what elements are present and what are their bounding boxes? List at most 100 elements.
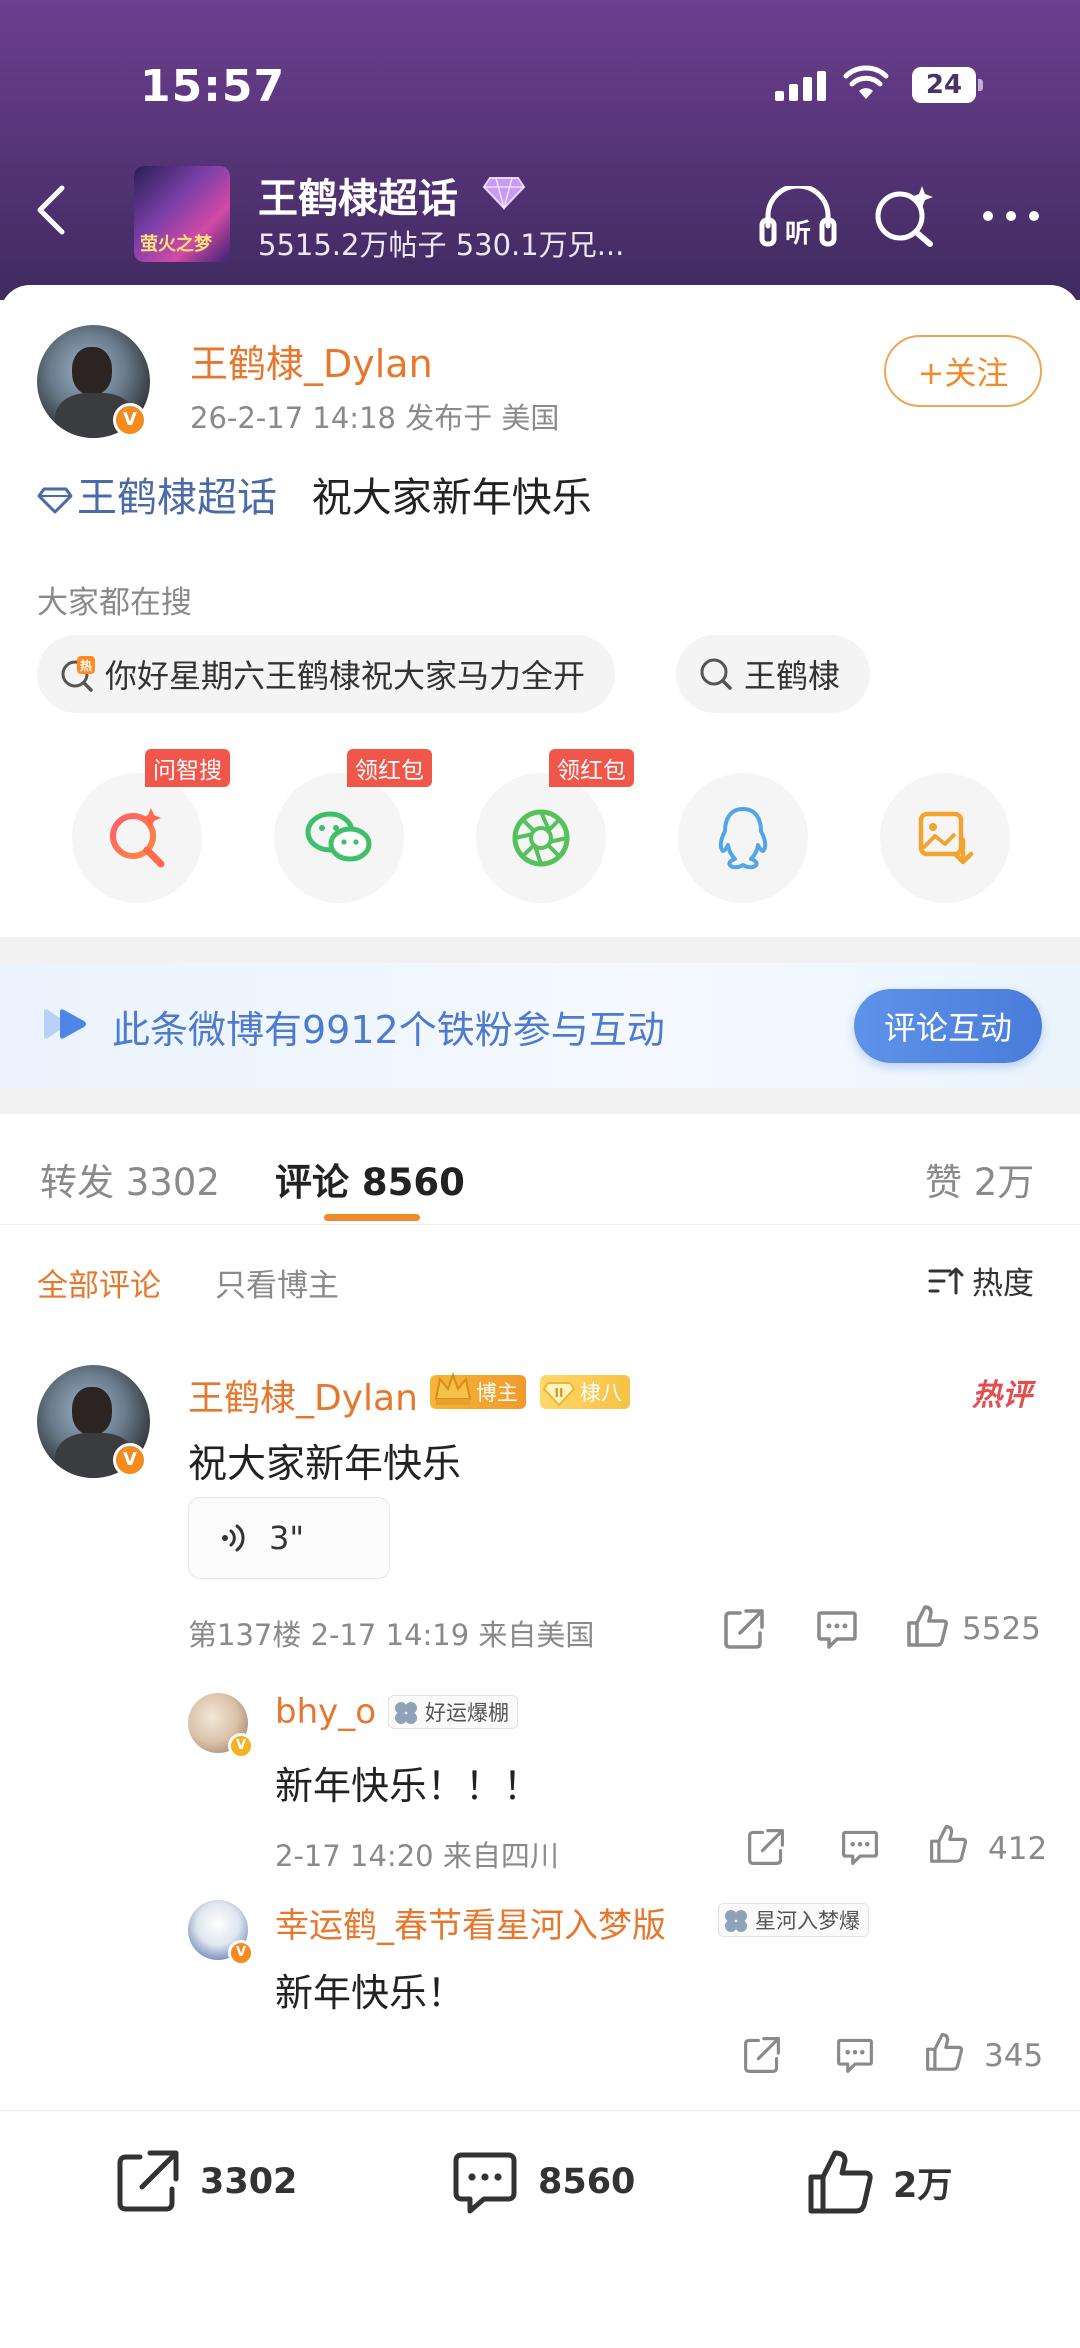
share-ai-search-button[interactable]: 问智搜 xyxy=(72,749,230,903)
share-save-image-button[interactable] xyxy=(880,773,1010,903)
trending-search-chip-2[interactable]: 王鹤棣 xyxy=(676,635,871,713)
comment-interact-button[interactable]: 评论互动 xyxy=(854,989,1042,1063)
repost-icon[interactable] xyxy=(742,2035,782,2075)
reply-author-name[interactable]: 幸运鹤_春节看星河入梦版 xyxy=(275,1898,666,1947)
repost-icon[interactable] xyxy=(722,1607,766,1651)
avatar-head-shape xyxy=(72,347,112,395)
post-body: 王鹤棣超话 祝大家新年快乐 xyxy=(37,465,592,523)
share-wechat-button[interactable]: 领红包 xyxy=(274,749,432,903)
battery-indicator: 24 xyxy=(912,67,983,103)
repost-icon[interactable] xyxy=(746,1827,786,1867)
status-bar: 15:57 24 xyxy=(0,55,1080,115)
bottom-like-count: 2万 xyxy=(893,2165,953,2206)
like-count: 345 xyxy=(984,2038,1044,2074)
reply-fan-badge: 星河入梦爆 xyxy=(718,1903,869,1937)
ai-search-icon xyxy=(110,808,165,868)
post-meta: 26-2-17 14:18 发布于 美国 xyxy=(190,401,560,435)
sort-label: 热度 xyxy=(972,1266,1034,1302)
post-topic-label[interactable]: 王鹤棣超话 xyxy=(77,475,277,521)
follow-button[interactable]: +关注 xyxy=(884,335,1042,407)
clover-icon xyxy=(395,1702,417,1724)
fans-interaction-banner[interactable]: 此条微博有9912个铁粉参与互动 评论互动 xyxy=(0,963,1080,1088)
qq-icon xyxy=(718,807,768,870)
voice-message[interactable]: 3" xyxy=(188,1497,390,1579)
post-topic-link[interactable]: 王鹤棣超话 xyxy=(37,475,290,521)
post-detail-card: V 王鹤棣_Dylan 26-2-17 14:18 发布于 美国 +关注 王鹤棣… xyxy=(0,285,1080,2348)
blogger-badge-label: 博主 xyxy=(476,1381,518,1405)
svg-text:II: II xyxy=(555,1386,564,1400)
comment-meta: 第137楼 2-17 14:19 来自美国 xyxy=(188,1618,595,1652)
ai-search-icon[interactable] xyxy=(872,184,938,250)
trending-search-text-1: 你好星期六王鹤棣祝大家马力全开 xyxy=(105,657,586,695)
active-tab-indicator xyxy=(324,1214,420,1221)
like-icon[interactable] xyxy=(924,2031,964,2071)
trending-search-text-2: 王鹤棣 xyxy=(744,657,841,695)
repost-icon xyxy=(117,2150,179,2212)
clover-icon xyxy=(725,1910,747,1932)
share-qq-button[interactable] xyxy=(678,773,808,903)
blogger-badge: 博主 xyxy=(430,1372,526,1409)
section-divider xyxy=(0,937,1080,963)
like-icon[interactable] xyxy=(905,1603,949,1647)
reply-icon[interactable] xyxy=(815,1607,859,1651)
trending-search-chip-1[interactable]: 热 你好星期六王鹤棣祝大家马力全开 xyxy=(37,635,616,713)
verified-badge-icon: V xyxy=(228,1733,254,1759)
wifi-icon xyxy=(843,65,889,99)
avatar-head-shape xyxy=(72,1387,112,1435)
tab-comment[interactable]: 评论 8560 xyxy=(275,1152,465,1206)
battery-tip xyxy=(978,79,983,91)
tab-like[interactable]: 赞 2万 xyxy=(925,1152,1034,1206)
search-icon xyxy=(700,658,732,690)
reply-icon[interactable] xyxy=(840,1827,880,1867)
hot-comment-tag: 热评 xyxy=(972,1378,1032,1413)
post-author-name[interactable]: 王鹤棣_Dylan xyxy=(190,333,433,388)
like-count: 412 xyxy=(988,1831,1048,1867)
topic-header: 15:57 24 萤火之梦 王鹤棣超话 5515.2万帖子 530.1万兄...… xyxy=(0,0,1080,300)
section-divider xyxy=(0,1088,1080,1114)
fan-level-badge-label: 棣八 xyxy=(580,1381,622,1405)
diamond-icon xyxy=(482,177,526,210)
post-tabs: 转发 3302 评论 8560 赞 2万 xyxy=(0,1130,1080,1225)
like-icon xyxy=(808,2150,873,2214)
reply-text: 新年快乐！！！ xyxy=(275,1764,542,1808)
share-tag-moments: 领红包 xyxy=(549,749,634,787)
bottom-action-bar: 3302 8560 2万 xyxy=(0,2110,1080,2348)
filter-author-only[interactable]: 只看博主 xyxy=(215,1260,339,1305)
voice-wave-icon xyxy=(222,1524,245,1552)
topic-title[interactable]: 王鹤棣超话 xyxy=(258,166,458,224)
more-icon[interactable] xyxy=(980,196,1042,236)
verified-badge-icon: V xyxy=(113,403,147,437)
bottom-comment-button[interactable]: 8560 xyxy=(450,2147,635,2217)
topic-thumbnail-text: 萤火之梦 xyxy=(140,234,212,255)
tab-repost[interactable]: 转发 3302 xyxy=(40,1152,220,1206)
bottom-repost-button[interactable]: 3302 xyxy=(112,2147,297,2217)
listen-icon[interactable]: 听 xyxy=(758,186,838,250)
comment-icon xyxy=(453,2152,517,2214)
play-arrows-icon xyxy=(44,1009,86,1039)
sort-by-hot-button[interactable]: 热度 xyxy=(928,1258,1034,1303)
status-time: 15:57 xyxy=(140,61,286,112)
svg-text:听: 听 xyxy=(785,219,811,249)
svg-text:热: 热 xyxy=(80,658,92,673)
topic-thumbnail[interactable]: 萤火之梦 xyxy=(134,166,230,262)
reply-author-name[interactable]: bhy_o xyxy=(275,1692,376,1732)
fan-diamond-icon: II xyxy=(542,1382,576,1407)
bottom-like-button[interactable]: 2万 xyxy=(805,2147,952,2217)
reply-text: 新年快乐！ xyxy=(275,1971,466,2015)
signal-icon xyxy=(775,71,826,101)
bottom-comment-count: 8560 xyxy=(538,2162,636,2202)
share-moments-button[interactable]: 领红包 xyxy=(476,749,634,903)
comment-text: 祝大家新年快乐 xyxy=(188,1442,462,1487)
topic-nav-bar: 萤火之梦 王鹤棣超话 5515.2万帖子 530.1万兄... 听 xyxy=(0,160,1080,270)
fan-level-badge: II 棣八 xyxy=(540,1375,630,1409)
comment-author-name[interactable]: 王鹤棣_Dylan xyxy=(188,1369,418,1421)
moments-icon xyxy=(512,809,570,867)
like-icon[interactable] xyxy=(928,1823,968,1863)
share-tag-wechat: 领红包 xyxy=(347,749,432,787)
bottom-repost-count: 3302 xyxy=(200,2162,298,2202)
back-icon[interactable] xyxy=(28,180,72,240)
hot-search-icon: 热 xyxy=(61,656,95,692)
reply-icon[interactable] xyxy=(835,2035,875,2075)
filter-all-comments[interactable]: 全部评论 xyxy=(37,1260,161,1305)
sort-icon xyxy=(928,1267,964,1294)
